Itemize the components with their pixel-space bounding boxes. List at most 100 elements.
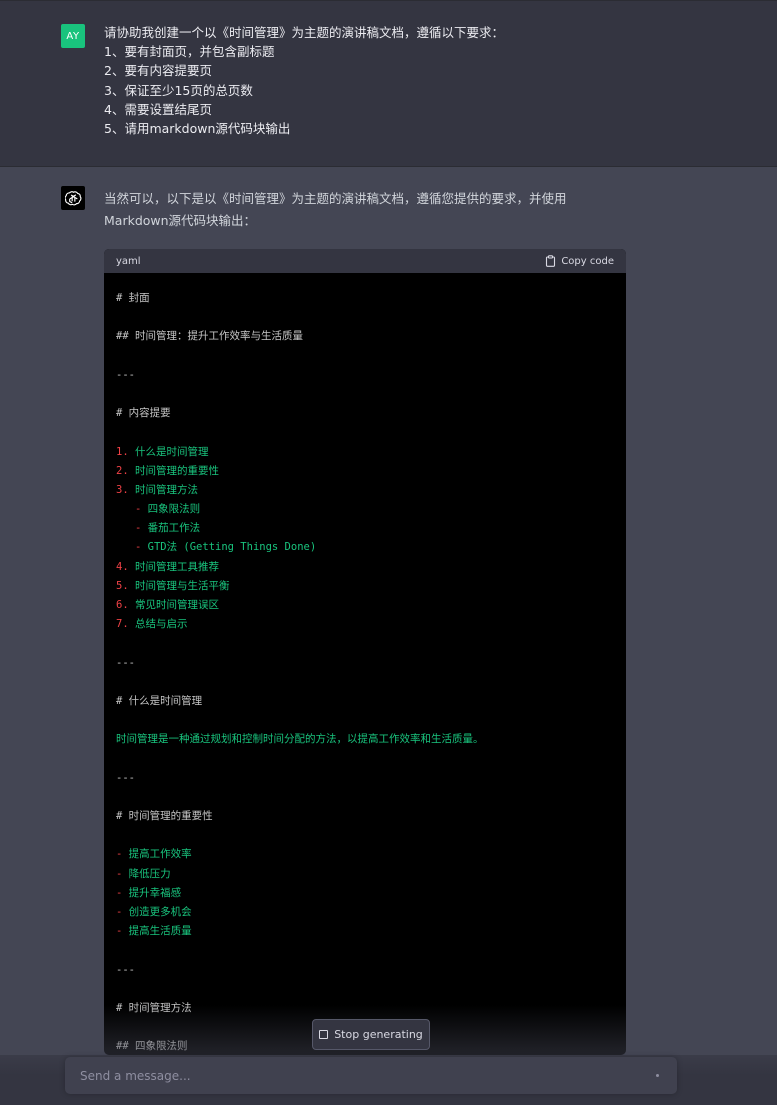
- code-line-text: 时间管理的重要性: [128, 464, 219, 477]
- user-avatar: AY: [61, 24, 85, 48]
- code-line-text: GTD法 (Getting Things Done): [141, 541, 317, 554]
- code-line-text: ## 四象限法则: [116, 1040, 188, 1053]
- code-line-text: 时间管理是一种通过规划和控制时间分配的方法，以提高工作效率和生活质量。: [116, 733, 484, 746]
- code-line: 5. 时间管理与生活平衡: [116, 577, 614, 596]
- code-line: # 内容提要: [116, 404, 614, 423]
- code-line-text: 时间管理与生活平衡: [128, 579, 230, 592]
- code-line-text: # 什么是时间管理: [116, 694, 203, 707]
- code-line-text: 创造更多机会: [122, 906, 192, 918]
- code-line-marker: 5.: [116, 579, 129, 592]
- code-line-text: # 时间管理方法: [116, 1001, 192, 1014]
- user-line: 4、需要设置结尾页: [104, 101, 212, 117]
- code-line-text: 提高工作效率: [122, 848, 192, 861]
- code-line: 时间管理是一种通过规划和控制时间分配的方法，以提高工作效率和生活质量。: [116, 730, 614, 749]
- code-line: ---: [116, 961, 614, 980]
- code-line: ---: [116, 366, 614, 385]
- code-line: # 时间管理的重要性: [116, 807, 614, 826]
- assistant-intro-text: 当然可以，以下是以《时间管理》为主题的演讲稿文档，遵循您提供的要求，并使用Mar…: [104, 191, 567, 228]
- code-line: # 什么是时间管理: [116, 692, 614, 711]
- code-line-text: 番茄工作法: [141, 522, 201, 535]
- user-message: AY 请协助我创建一个以《时间管理》为主题的演讲稿文档，遵循以下要求： 1、要有…: [0, 0, 777, 167]
- code-block-header: yaml Copy code: [104, 249, 626, 273]
- code-line-marker: 6.: [116, 599, 129, 611]
- code-line: ---: [116, 769, 614, 788]
- code-line: # 时间管理方法: [116, 999, 614, 1018]
- code-line: - 创造更多机会: [116, 903, 614, 922]
- code-line: 4. 时间管理工具推荐: [116, 558, 614, 577]
- code-line-marker: 7.: [116, 618, 129, 631]
- stop-icon: [319, 1030, 329, 1039]
- code-line: 6. 常见时间管理误区: [116, 596, 614, 615]
- code-line: - GTD法 (Getting Things Done): [116, 538, 614, 557]
- code-line-text: 常见时间管理误区: [128, 599, 219, 611]
- stop-generating-label: Stop generating: [334, 1028, 423, 1041]
- assistant-avatar: [61, 186, 85, 210]
- code-language-label: yaml: [116, 255, 141, 267]
- composer-box: [65, 1057, 677, 1094]
- user-line: 3、保证至少15页的总页数: [104, 82, 253, 98]
- code-line-text: # 内容提要: [116, 407, 171, 420]
- code-line-text: ---: [116, 368, 135, 381]
- code-line: # 封面: [116, 289, 614, 308]
- code-line: - 降低压力: [116, 865, 614, 884]
- code-line: ## 时间管理：提升工作效率与生活质量: [116, 327, 614, 346]
- code-line-marker: 3.: [116, 483, 129, 496]
- code-line-text: 提高生活质量: [122, 925, 192, 938]
- send-icon[interactable]: [656, 1074, 659, 1077]
- user-line: 5、请用markdown源代码块输出: [104, 121, 291, 137]
- copy-code-label: Copy code: [561, 255, 614, 267]
- code-line-text: ---: [116, 656, 135, 669]
- code-line-text: 什么是时间管理: [128, 445, 209, 458]
- copy-code-button[interactable]: Copy code: [545, 255, 614, 267]
- code-line: 1. 什么是时间管理: [116, 443, 614, 462]
- user-line: 2、要有内容提要页: [104, 63, 212, 79]
- code-line: 2. 时间管理的重要性: [116, 462, 614, 481]
- code-line: - 四象限法则: [116, 500, 614, 519]
- code-line-text: 四象限法则: [141, 503, 201, 516]
- stop-generating-button[interactable]: Stop generating: [312, 1019, 430, 1050]
- code-content: # 封面 ## 时间管理：提升工作效率与生活质量 --- # 内容提要 1. 什么是时间…: [104, 273, 626, 1055]
- code-line-marker: 2.: [116, 464, 129, 477]
- openai-logo-icon: [64, 190, 81, 205]
- code-line: - 提高生活质量: [116, 922, 614, 941]
- user-line: 1、要有封面页，并包含副标题: [104, 44, 275, 60]
- code-line-text: 降低压力: [122, 867, 171, 880]
- code-line-text: ---: [116, 771, 135, 784]
- code-line: 7. 总结与启示: [116, 615, 614, 634]
- code-line-text: 时间管理工具推荐: [128, 560, 219, 573]
- code-line-marker: 1.: [116, 445, 129, 458]
- clipboard-icon: [546, 255, 556, 267]
- code-block: yaml Copy code # 封面 ## 时间管理：提升工作效率与生活质量 --…: [104, 249, 626, 1055]
- code-line-text: 提升幸福感: [122, 886, 182, 899]
- code-line: ---: [116, 654, 614, 673]
- code-line-marker: 4.: [116, 560, 129, 573]
- code-line-marker: -: [116, 522, 142, 535]
- code-line-text: ## 时间管理：提升工作效率与生活质量: [116, 330, 303, 343]
- message-input[interactable]: [78, 1067, 622, 1084]
- code-line: - 提升幸福感: [116, 884, 614, 903]
- code-line: 3. 时间管理方法: [116, 481, 614, 500]
- code-line-text: # 封面: [116, 292, 150, 304]
- code-line: - 番茄工作法: [116, 519, 614, 538]
- user-line: 请协助我创建一个以《时间管理》为主题的演讲稿文档，遵循以下要求：: [104, 25, 505, 40]
- code-line-text: # 时间管理的重要性: [116, 810, 213, 823]
- code-line: - 提高工作效率: [116, 845, 614, 864]
- code-line-text: ---: [116, 963, 135, 976]
- code-line-text: 时间管理方法: [128, 483, 198, 496]
- code-line-marker: -: [116, 503, 142, 516]
- code-line-marker: -: [116, 541, 142, 554]
- user-message-text: 请协助我创建一个以《时间管理》为主题的演讲稿文档，遵循以下要求： 1、要有封面页…: [104, 23, 624, 138]
- code-line-text: 总结与启示: [128, 618, 188, 631]
